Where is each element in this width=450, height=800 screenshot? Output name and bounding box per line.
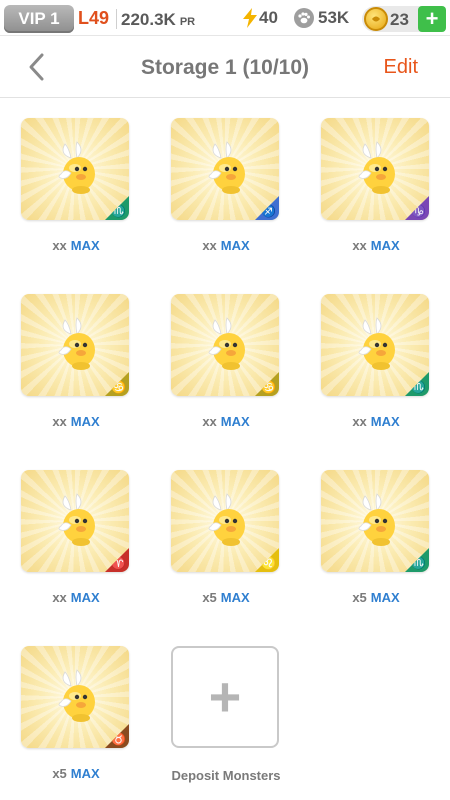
monster-card[interactable]: ♏ bbox=[21, 118, 129, 220]
monster-icon bbox=[358, 141, 395, 194]
monster-icon bbox=[208, 317, 245, 370]
monster-icon bbox=[358, 317, 395, 370]
monster-label: xx MAX bbox=[202, 238, 250, 253]
monster-card[interactable]: ♐ bbox=[171, 118, 279, 220]
add-coins-button[interactable]: + bbox=[418, 6, 446, 32]
monster-label: xx MAX bbox=[352, 238, 400, 253]
energy-counter[interactable]: 40 bbox=[243, 8, 278, 28]
monster-icon bbox=[58, 669, 95, 722]
monster-slot[interactable]: ♑ xx MAX bbox=[321, 118, 431, 253]
monster-card[interactable]: ♈ bbox=[21, 470, 129, 572]
monster-label: xx MAX bbox=[352, 414, 400, 429]
coin-value: 23 bbox=[390, 10, 409, 29]
page-header: Storage 1 (10/10) Edit bbox=[0, 36, 450, 98]
monster-slot[interactable]: ♋ xx MAX bbox=[21, 294, 131, 429]
monster-slot[interactable]: ♈ xx MAX bbox=[21, 470, 131, 605]
monster-label: xx MAX bbox=[202, 414, 250, 429]
monster-label: xx MAX bbox=[52, 414, 100, 429]
monster-label: x5 MAX bbox=[52, 766, 100, 781]
monster-slot[interactable]: ♏ xx MAX bbox=[321, 294, 431, 429]
monster-label: xx MAX bbox=[52, 590, 100, 605]
player-level: L49 bbox=[78, 8, 110, 28]
monster-card[interactable]: ♏ bbox=[321, 294, 429, 396]
status-divider bbox=[116, 9, 117, 29]
monster-slot[interactable]: ♐ xx MAX bbox=[171, 118, 281, 253]
monster-card[interactable]: ♋ bbox=[21, 294, 129, 396]
monster-slot[interactable]: ♌ x5 MAX bbox=[171, 470, 281, 605]
paw-value: 53K bbox=[318, 8, 350, 27]
paw-icon bbox=[294, 8, 314, 28]
monster-label: xx MAX bbox=[52, 238, 100, 253]
paw-counter[interactable]: 53K bbox=[294, 8, 349, 28]
monster-icon bbox=[208, 493, 245, 546]
monster-card[interactable]: ♏ bbox=[321, 470, 429, 572]
power-rating: 220.3K PR bbox=[121, 10, 195, 30]
deposit-monsters-slot[interactable]: + Deposit Monsters bbox=[171, 646, 281, 783]
page-title: Storage 1 (10/10) bbox=[140, 56, 310, 79]
vip-badge[interactable]: VIP 1 bbox=[4, 5, 74, 33]
monster-label: x5 MAX bbox=[202, 590, 250, 605]
monster-slot[interactable]: ♉ x5 MAX bbox=[21, 646, 131, 781]
power-value: 220.3K bbox=[121, 10, 176, 29]
deposit-monsters-label: Deposit Monsters bbox=[171, 768, 281, 783]
monster-label: x5 MAX bbox=[352, 590, 400, 605]
power-unit: PR bbox=[179, 16, 196, 28]
monster-icon bbox=[58, 493, 95, 546]
deposit-monsters-button[interactable]: + bbox=[171, 646, 279, 748]
coin-icon bbox=[364, 7, 388, 31]
monster-card[interactable]: ♋ bbox=[171, 294, 279, 396]
energy-value: 40 bbox=[259, 8, 278, 27]
monster-card[interactable]: ♉ bbox=[21, 646, 129, 748]
lightning-icon bbox=[243, 8, 257, 28]
monster-icon bbox=[58, 141, 95, 194]
monster-card[interactable]: ♑ bbox=[321, 118, 429, 220]
monster-slot[interactable]: ♋ xx MAX bbox=[171, 294, 281, 429]
monster-icon bbox=[208, 141, 245, 194]
status-bar: VIP 1 L49 220.3K PR 40 53K 23 + bbox=[0, 0, 450, 36]
edit-button[interactable]: Edit bbox=[384, 56, 418, 79]
monster-slot[interactable]: ♏ x5 MAX bbox=[321, 470, 431, 605]
storage-grid: ♏ xx MAX ♐ xx MAX ♑ xx MAX ♋ xx MAX ♋ xx… bbox=[0, 98, 450, 800]
plus-icon: + bbox=[208, 665, 242, 728]
monster-icon bbox=[358, 493, 395, 546]
monster-card[interactable]: ♌ bbox=[171, 470, 279, 572]
monster-icon bbox=[58, 317, 95, 370]
monster-slot[interactable]: ♏ xx MAX bbox=[21, 118, 131, 253]
coin-counter: 23 + bbox=[362, 6, 446, 32]
